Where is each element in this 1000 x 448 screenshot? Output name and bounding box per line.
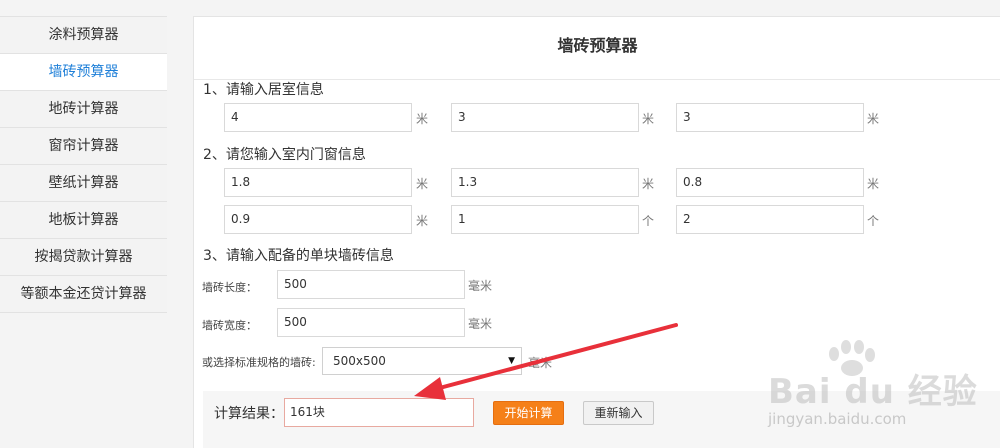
section-doors-windows-heading: 2、请您输入室内门窗信息 — [203, 147, 366, 163]
door-height-input[interactable]: 1.8 — [224, 168, 412, 197]
baidu-watermark: Bai du 经验 — [768, 372, 978, 412]
tile-length-input[interactable]: 500 — [277, 270, 465, 299]
reset-button[interactable]: 重新输入 — [583, 401, 654, 425]
section-room-heading: 1、请输入居室信息 — [203, 82, 324, 98]
sidebar-item-floor-tile[interactable]: 地砖计算器 — [0, 91, 167, 128]
window-count-input[interactable]: 2 — [676, 205, 864, 234]
section-tile-heading: 3、请输入配备的单块墙砖信息 — [203, 248, 394, 264]
door-width-unit: 米 — [867, 177, 880, 191]
window-count-unit: 个 — [867, 214, 880, 228]
sidebar-item-mortgage[interactable]: 按揭贷款计算器 — [0, 239, 167, 276]
result-label: 计算结果： — [214, 406, 284, 422]
window-height-input[interactable]: 1.3 — [451, 168, 639, 197]
window-width-unit: 米 — [416, 214, 429, 228]
baidu-watermark-url: jingyan.baidu.com — [768, 410, 907, 428]
tile-length-label: 墙砖长度： — [202, 281, 257, 294]
tile-width-label: 墙砖宽度： — [202, 319, 257, 332]
door-count-unit: 个 — [642, 214, 655, 228]
tile-width-unit: 毫米 — [468, 317, 493, 331]
room-length-input[interactable]: 4 — [224, 103, 412, 132]
room-width-unit: 米 — [642, 112, 655, 126]
standard-tile-label: 或选择标准规格的墙砖: — [202, 356, 316, 369]
room-height-unit: 米 — [867, 112, 880, 126]
standard-tile-unit: 毫米 — [528, 356, 553, 370]
sidebar-item-equal-principal[interactable]: 等额本金还贷计算器 — [0, 276, 167, 313]
calculate-button[interactable]: 开始计算 — [493, 401, 564, 425]
sidebar-item-floor[interactable]: 地板计算器 — [0, 202, 167, 239]
door-height-unit: 米 — [416, 177, 429, 191]
sidebar-item-wallpaper[interactable]: 壁纸计算器 — [0, 165, 167, 202]
door-width-input[interactable]: 0.8 — [676, 168, 864, 197]
standard-tile-select[interactable]: 500x500 ▼ — [322, 347, 522, 375]
dropdown-arrow-icon: ▼ — [508, 356, 515, 366]
page-title: 墙砖预算器 — [557, 36, 638, 55]
sidebar-item-wall-tile[interactable]: 墙砖预算器 — [0, 54, 167, 91]
room-length-unit: 米 — [416, 112, 429, 126]
result-field[interactable]: 161块 — [284, 398, 474, 427]
standard-tile-select-value: 500x500 — [333, 354, 386, 368]
tile-length-unit: 毫米 — [468, 279, 493, 293]
door-count-input[interactable]: 1 — [451, 205, 639, 234]
window-width-input[interactable]: 0.9 — [224, 205, 412, 234]
room-height-input[interactable]: 3 — [676, 103, 864, 132]
window-height-unit: 米 — [642, 177, 655, 191]
sidebar-item-paint[interactable]: 涂料预算器 — [0, 17, 167, 54]
tile-width-input[interactable]: 500 — [277, 308, 465, 337]
room-width-input[interactable]: 3 — [451, 103, 639, 132]
sidebar: 涂料预算器 墙砖预算器 地砖计算器 窗帘计算器 壁纸计算器 地板计算器 按揭贷款… — [0, 16, 167, 313]
sidebar-item-curtain[interactable]: 窗帘计算器 — [0, 128, 167, 165]
